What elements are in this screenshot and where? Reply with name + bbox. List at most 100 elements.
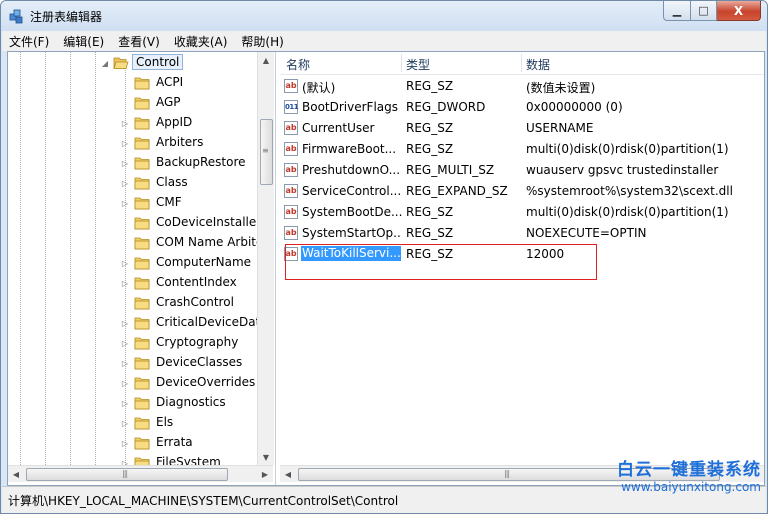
value-row[interactable]: ab PreshutdownO... REG_MULTI_SZ wuauserv gp…: [280, 160, 764, 181]
scroll-up-arrow-icon[interactable]: ▲: [258, 52, 274, 68]
expand-arrow-icon[interactable]: ▷: [120, 419, 130, 428]
folder-icon: [134, 397, 150, 410]
value-data: NOEXECUTE=OPTIN: [526, 226, 647, 240]
scroll-left-arrow-icon[interactable]: ◀: [280, 466, 296, 482]
tree-item[interactable]: ▷ DeviceOverrides: [8, 373, 258, 393]
scroll-thumb[interactable]: ≡: [260, 119, 273, 185]
value-row[interactable]: ab FirmwareBoot... REG_SZ multi(0)disk(0)rd…: [280, 139, 764, 160]
tree-item[interactable]: ▷ CMF: [8, 193, 258, 213]
caption-buttons: ▁ □ X: [663, 1, 761, 21]
string-value-icon: ab: [284, 184, 298, 198]
column-header-data[interactable]: 数据: [526, 56, 550, 73]
watermark: 白云一键重装系统 www.baiyunxitong.com: [617, 460, 761, 494]
value-row[interactable]: ab ServiceControl... REG_EXPAND_SZ %systemr…: [280, 181, 764, 202]
tree-item[interactable]: ▷ FileSystem: [8, 453, 258, 465]
expand-arrow-icon[interactable]: ▷: [120, 179, 130, 188]
tree-item-label: ACPI: [156, 75, 184, 89]
scroll-down-arrow-icon[interactable]: ▼: [258, 449, 274, 465]
expand-arrow-icon[interactable]: ▷: [120, 159, 130, 168]
column-header-type[interactable]: 类型: [406, 56, 430, 73]
column-divider[interactable]: [401, 54, 402, 72]
string-value-icon: ab: [284, 205, 298, 219]
tree-item-control[interactable]: ◢ Control: [8, 53, 258, 73]
folder-icon: [134, 337, 150, 350]
tree-item[interactable]: ACPI: [8, 73, 258, 93]
key-tree-pane: ◢ Control ACPI AGP ▷ AppID ▷ Arbiters ▷ BackupR…: [8, 52, 276, 485]
minimize-icon: ▁: [672, 4, 682, 17]
tree-item-label: DeviceClasses: [156, 355, 243, 369]
expand-arrow-icon[interactable]: ▷: [120, 379, 130, 388]
menu-favorites[interactable]: 收藏夹(A): [167, 33, 235, 50]
tree-item-label: Control: [132, 54, 184, 70]
close-button[interactable]: X: [717, 1, 761, 21]
value-data: %systemroot%\system32\scext.dll: [526, 184, 733, 198]
value-row[interactable]: ab SystemStartOp... REG_SZ NOEXECUTE=OPTIN: [280, 223, 764, 244]
tree-item-label: CrashControl: [156, 295, 234, 309]
scroll-thumb[interactable]: |||: [26, 468, 228, 481]
tree-vertical-scrollbar[interactable]: ▲ ≡ ▼: [257, 52, 274, 465]
tree-item[interactable]: ▷ CriticalDeviceDatal: [8, 313, 258, 333]
expand-arrow-icon[interactable]: ▷: [120, 359, 130, 368]
tree-item[interactable]: ▷ Errata: [8, 433, 258, 453]
value-data: USERNAME: [526, 121, 594, 135]
menu-help[interactable]: 帮助(H): [234, 33, 290, 50]
tree-item-label: Diagnostics: [156, 395, 226, 409]
value-name: ServiceControl...: [302, 184, 402, 198]
scroll-right-arrow-icon[interactable]: ▶: [257, 466, 273, 482]
tree-horizontal-scrollbar[interactable]: ◀ ||| ▶: [8, 465, 273, 482]
expand-arrow-icon[interactable]: ▷: [120, 259, 130, 268]
expand-arrow-icon[interactable]: ▷: [120, 119, 130, 128]
expanded-arrow-icon[interactable]: ◢: [100, 59, 110, 68]
tree-item[interactable]: ▷ DeviceClasses: [8, 353, 258, 373]
folder-icon: [134, 317, 150, 330]
folder-icon: [134, 277, 150, 290]
grip-icon: |||: [504, 469, 510, 478]
tree-item[interactable]: ▷ Cryptography: [8, 333, 258, 353]
tree-item[interactable]: ▷ Els: [8, 413, 258, 433]
tree-item[interactable]: ▷ ContentIndex: [8, 273, 258, 293]
menu-view[interactable]: 查看(V): [111, 33, 167, 50]
tree-item[interactable]: ▷ BackupRestore: [8, 153, 258, 173]
value-row[interactable]: ab (默认) REG_SZ (数值未设置): [280, 76, 764, 97]
string-value-icon: ab: [284, 121, 298, 135]
expand-arrow-icon[interactable]: ▷: [120, 339, 130, 348]
value-row[interactable]: 011 BootDriverFlags REG_DWORD 0x00000000 (0…: [280, 97, 764, 118]
tree-item[interactable]: AGP: [8, 93, 258, 113]
expand-arrow-icon[interactable]: ▷: [120, 319, 130, 328]
column-divider[interactable]: [521, 54, 522, 72]
menu-edit[interactable]: 编辑(E): [56, 33, 111, 50]
tree-item[interactable]: COM Name Arbite: [8, 233, 258, 253]
expand-arrow-icon[interactable]: ▷: [120, 279, 130, 288]
tree-item[interactable]: ▷ ComputerName: [8, 253, 258, 273]
tree-item[interactable]: CrashControl: [8, 293, 258, 313]
value-name: (默认): [302, 81, 336, 95]
tree-item-label: Cryptography: [156, 335, 239, 349]
maximize-button[interactable]: □: [691, 1, 717, 21]
expand-arrow-icon[interactable]: ▷: [120, 439, 130, 448]
folder-icon: [134, 157, 150, 170]
tree-item[interactable]: ▷ Diagnostics: [8, 393, 258, 413]
tree-item[interactable]: CoDeviceInstallers: [8, 213, 258, 233]
tree-item[interactable]: ▷ Class: [8, 173, 258, 193]
title-bar[interactable]: 注册表编辑器 ▁ □ X: [1, 1, 767, 31]
scroll-left-arrow-icon[interactable]: ◀: [8, 466, 24, 482]
value-row[interactable]: ab SystemBootDe... REG_SZ multi(0)disk(0)rd…: [280, 202, 764, 223]
expand-arrow-icon[interactable]: ▷: [120, 199, 130, 208]
tree-item[interactable]: ▷ AppID: [8, 113, 258, 133]
value-type: REG_EXPAND_SZ: [406, 184, 508, 198]
tree-item-label: AGP: [156, 95, 181, 109]
tree-item-label: Arbiters: [156, 135, 204, 149]
value-data: multi(0)disk(0)rdisk(0)partition(1): [526, 205, 729, 219]
minimize-button[interactable]: ▁: [663, 1, 691, 21]
column-header-name[interactable]: 名称: [286, 56, 310, 73]
menu-file[interactable]: 文件(F): [2, 33, 56, 50]
value-type: REG_SZ: [406, 142, 454, 156]
expand-arrow-icon[interactable]: ▷: [120, 139, 130, 148]
value-name: CurrentUser: [302, 121, 375, 135]
tree-item[interactable]: ▷ Arbiters: [8, 133, 258, 153]
folder-icon: [134, 457, 150, 465]
expand-arrow-icon[interactable]: ▷: [120, 399, 130, 408]
value-data: multi(0)disk(0)rdisk(0)partition(1): [526, 142, 729, 156]
value-row[interactable]: ab CurrentUser REG_SZ USERNAME: [280, 118, 764, 139]
folder-icon: [134, 77, 150, 90]
